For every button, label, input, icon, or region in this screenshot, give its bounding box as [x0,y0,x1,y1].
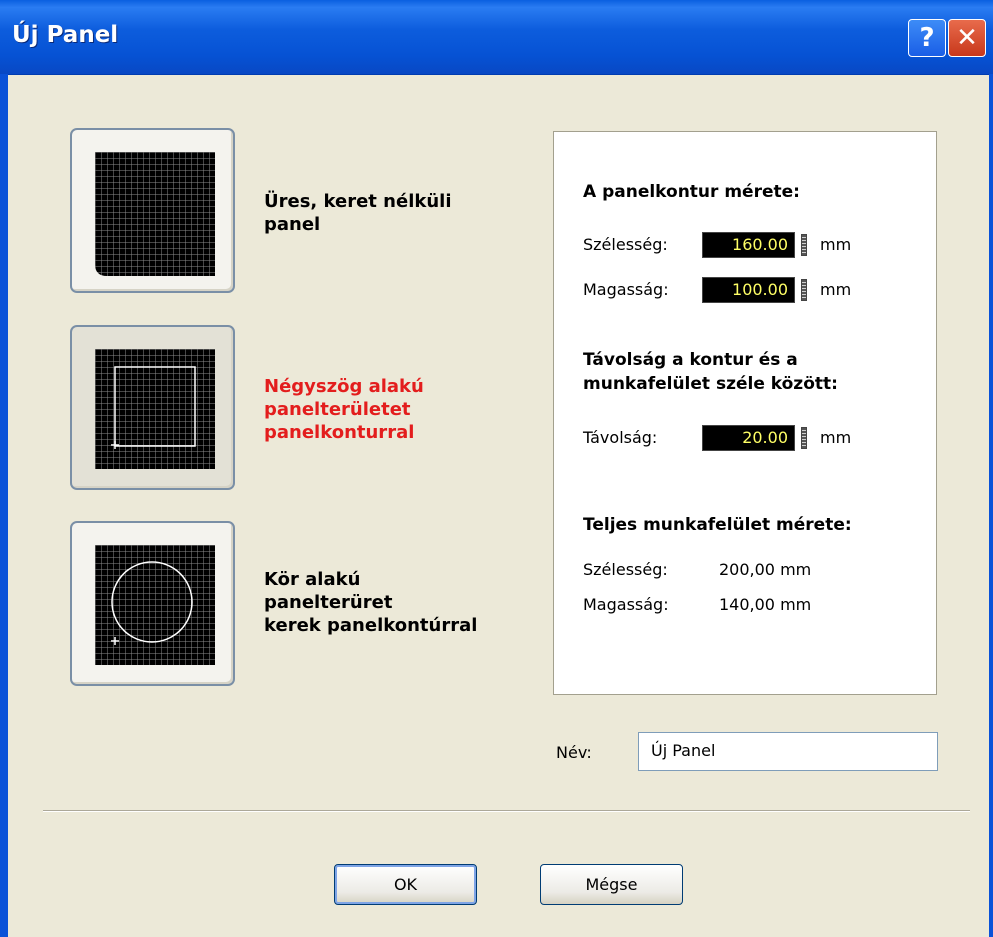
close-icon: ✕ [956,23,978,53]
workspace-width-value: 200,00 mm [719,560,812,579]
window-title: Új Panel [12,22,119,48]
panel-width-spinner[interactable] [801,234,807,256]
workspace-height-value: 140,00 mm [719,595,812,614]
help-button[interactable]: ? [908,19,946,57]
ok-button[interactable]: OK [334,864,477,905]
option-rectangle-panel-button[interactable] [70,325,235,490]
option-circle-panel-button[interactable] [70,521,235,686]
distance-unit: mm [820,428,852,447]
empty-panel-grid-icon [95,152,215,276]
rectangle-panel-grid-icon [95,349,215,469]
distance-title: Távolság a kontur és a munkafelület szél… [583,350,838,394]
option-rectangle-panel-label: Négyszög alakú panelterületet panelkontu… [264,376,424,443]
distance-spinner[interactable] [801,427,807,449]
workspace-size-title: Teljes munkafelület mérete: [583,515,852,535]
option-circle-panel-label: Kör alakú panelterüret kerek panelkontúr… [264,569,478,636]
distance-field[interactable]: 20.00 [702,425,795,451]
help-icon: ? [919,23,935,53]
name-input[interactable]: Új Panel [638,732,938,771]
window-frame-right [989,74,993,937]
window-frame-left [0,74,8,937]
panel-height-spinner[interactable] [801,279,807,301]
divider [43,810,970,812]
panel-height-field[interactable]: 100.00 [702,277,795,303]
circle-panel-grid-icon [95,545,215,665]
title-bar[interactable]: Új Panel ? ✕ [0,0,993,75]
name-label: Név: [556,743,592,762]
workspace-height-label: Magasság: [583,595,669,614]
panel-width-field[interactable]: 160.00 [702,232,795,258]
panel-width-label: Szélesség: [583,235,668,254]
workspace-width-label: Szélesség: [583,560,668,579]
cancel-button[interactable]: Mégse [540,864,683,905]
option-empty-panel-button[interactable] [70,128,235,293]
close-button[interactable]: ✕ [948,19,986,57]
distance-label: Távolság: [583,428,658,447]
panel-size-title: A panelkontur mérete: [583,182,800,202]
panel-height-label: Magasság: [583,280,669,299]
option-empty-panel-label: Üres, keret nélküli panel [264,191,452,235]
panel-height-unit: mm [820,280,852,299]
new-panel-dialog: Új Panel ? ✕ Üres, keret nélküli panel N… [0,0,993,937]
panel-width-unit: mm [820,235,852,254]
settings-panel: A panelkontur mérete: Szélesség: 160.00 … [553,131,937,695]
